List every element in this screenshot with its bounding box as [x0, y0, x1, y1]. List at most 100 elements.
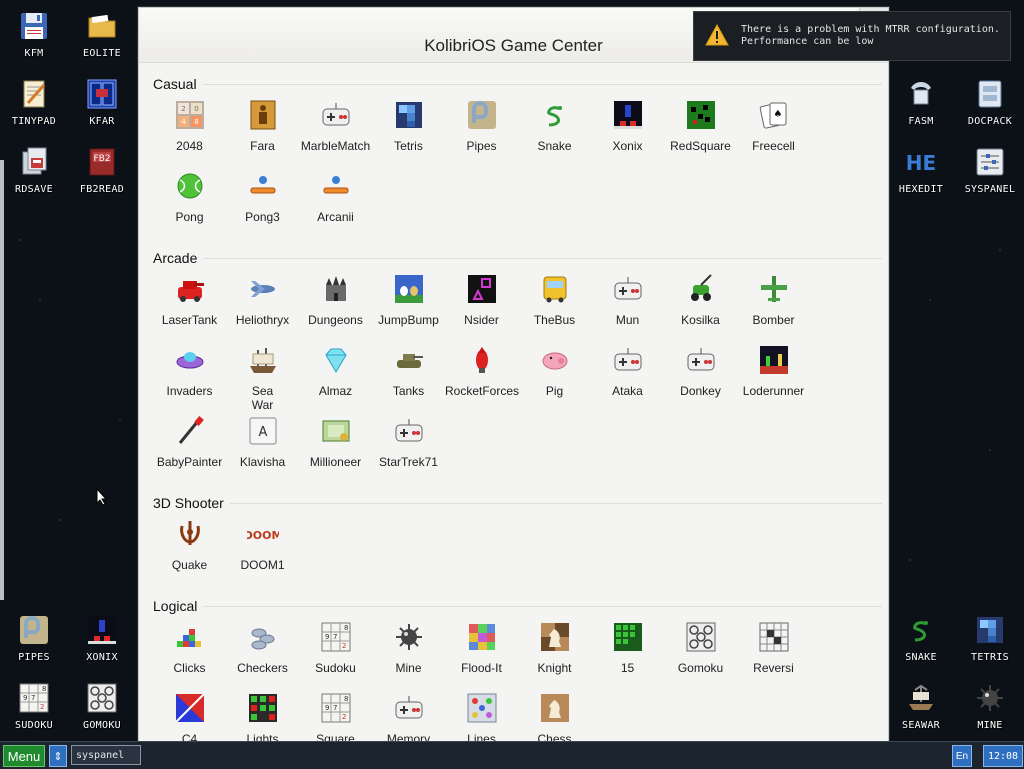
- game-kosilka[interactable]: Kosilka: [664, 269, 737, 340]
- game-center-window: KolibriOS Game Center Casual 2 0 4 8 2048 Fara…: [138, 7, 889, 762]
- taskbar-item-syspanel[interactable]: syspanel: [71, 745, 141, 765]
- desktop-icon-mine[interactable]: MINE: [956, 682, 1024, 732]
- notification-line-2: Performance can be low: [741, 36, 874, 47]
- game-mine[interactable]: Mine: [372, 617, 445, 688]
- clicks-icon: [174, 621, 206, 653]
- section-arcade: Arcade LaserTank Heliothryx Dungeons JumpBum…: [153, 247, 882, 482]
- game-klavisha[interactable]: A Klavisha: [226, 411, 299, 482]
- game-marblematch[interactable]: MarbleMatch: [299, 95, 372, 166]
- desktop-icon-gomoku[interactable]: GOMOKU: [68, 682, 136, 732]
- game-gomoku[interactable]: Gomoku: [664, 617, 737, 688]
- game-ataka[interactable]: Ataka: [591, 340, 664, 411]
- game-heliothryx[interactable]: Heliothryx: [226, 269, 299, 340]
- game-sea-war[interactable]: Sea War: [226, 340, 299, 412]
- desktop-icon-seawar[interactable]: SEAWAR: [887, 682, 955, 732]
- game-xonix[interactable]: Xonix: [591, 95, 664, 166]
- game-almaz[interactable]: Almaz: [299, 340, 372, 411]
- game-label: Klavisha: [239, 455, 286, 469]
- lawnmower-icon: [685, 273, 717, 305]
- gamepad-icon: [612, 344, 644, 376]
- key-a-icon: A: [247, 415, 279, 447]
- game-label: Gomoku: [677, 661, 724, 675]
- desktop-icon-tinypad[interactable]: TINYPAD: [0, 78, 68, 128]
- game-pong3[interactable]: Pong3: [226, 166, 299, 237]
- desktop-icon-fasm[interactable]: FASM: [887, 78, 955, 128]
- section-divider: [229, 502, 882, 504]
- svg-text:8: 8: [194, 118, 198, 126]
- desktop-icon-syspanel[interactable]: SYSPANEL: [956, 146, 1024, 196]
- game-reversi[interactable]: Reversi: [737, 617, 810, 688]
- game-thebus[interactable]: TheBus: [518, 269, 591, 340]
- game-redsquare[interactable]: RedSquare: [664, 95, 737, 166]
- svg-text:8: 8: [42, 685, 46, 693]
- game-label: Checkers: [237, 661, 288, 675]
- desktop-icon-hexedit[interactable]: HE HEXEDIT: [887, 146, 955, 196]
- game-pong[interactable]: Pong: [153, 166, 226, 237]
- game-snake[interactable]: Snake: [518, 95, 591, 166]
- task-switch-arrows-icon[interactable]: ⇕: [49, 745, 67, 767]
- desktop-icon-sudoku[interactable]: 8 9 7 2 SUDOKU: [0, 682, 68, 732]
- desktop-icon-xonix[interactable]: XONIX: [68, 614, 136, 664]
- game-tetris[interactable]: Tetris: [372, 95, 445, 166]
- desktop-icon-kfm[interactable]: KFM: [0, 10, 68, 60]
- desktop-icon-snake[interactable]: SNAKE: [887, 614, 955, 664]
- desktop-icon-kfar[interactable]: KFAR: [68, 78, 136, 128]
- sudoku-icon: 8 972: [320, 621, 352, 653]
- game-grid: Clicks Checkers 8 9 7 2 Sudoku Mine Flood-It Knig…: [153, 617, 882, 759]
- game-knight[interactable]: Knight: [518, 617, 591, 688]
- game-millioneer[interactable]: Millioneer: [299, 411, 372, 482]
- game-dungeons[interactable]: Dungeons: [299, 269, 372, 340]
- game-jumpbump[interactable]: JumpBump: [372, 269, 445, 340]
- language-indicator[interactable]: En: [952, 745, 972, 767]
- desktop-icon-docpack[interactable]: DOCPACK: [956, 78, 1024, 128]
- game-label: Donkey: [680, 384, 721, 398]
- game-nsider[interactable]: Nsider: [445, 269, 518, 340]
- chess-icon: [539, 692, 571, 724]
- game-label: Kosilka: [681, 313, 720, 327]
- castle-icon: [320, 273, 352, 305]
- game-startrek71[interactable]: StarTrek71: [372, 411, 445, 482]
- game-tanks[interactable]: Tanks: [372, 340, 445, 411]
- game-sudoku[interactable]: 8 9 7 2 Sudoku: [299, 617, 372, 688]
- svg-text:7: 7: [333, 704, 337, 712]
- game-arcanii[interactable]: Arcanii: [299, 166, 372, 237]
- nsider-icon: [466, 273, 498, 305]
- game-donkey[interactable]: Donkey: [664, 340, 737, 411]
- clock[interactable]: 12:08: [983, 745, 1023, 767]
- game-label: Reversi: [753, 661, 794, 675]
- game-list: Casual 2 0 4 8 2048 Fara MarbleMatch Tetris Pipes…: [139, 63, 888, 761]
- game-label: Fara: [250, 139, 275, 153]
- game-invaders[interactable]: Invaders: [153, 340, 226, 411]
- desktop-icon-label: EOLITE: [83, 48, 121, 59]
- game-label: Almaz: [318, 384, 353, 398]
- game-bomber[interactable]: Bomber: [737, 269, 810, 340]
- desktop-icon-eolite[interactable]: EOLITE: [68, 10, 136, 60]
- game-doom1[interactable]: DOOM DOOM1: [226, 514, 299, 585]
- game-pig[interactable]: Pig: [518, 340, 591, 411]
- game-15[interactable]: 15: [591, 617, 664, 688]
- game-freecell[interactable]: ♠ Freecell: [737, 95, 810, 166]
- game-2048[interactable]: 2 0 4 8 2048: [153, 95, 226, 166]
- game-checkers[interactable]: Checkers: [226, 617, 299, 688]
- cards-icon: ♠: [758, 99, 790, 131]
- game-quake[interactable]: Quake: [153, 514, 226, 585]
- game-pipes[interactable]: Pipes: [445, 95, 518, 166]
- menu-button[interactable]: Menu: [3, 745, 45, 767]
- game-lasertank[interactable]: LaserTank: [153, 269, 226, 340]
- section-header: Casual: [153, 73, 882, 95]
- game-label: JumpBump: [378, 313, 439, 327]
- game-mun[interactable]: Mun: [591, 269, 664, 340]
- game-rocketforces[interactable]: RocketForces: [445, 340, 519, 411]
- desktop-icon-pipes[interactable]: PIPES: [0, 614, 68, 664]
- section-divider: [203, 257, 882, 259]
- desktop-icon-rdsave[interactable]: RDSAVE: [0, 146, 68, 196]
- mtrr-notification[interactable]: There is a problem with MTRR configurati…: [693, 11, 1011, 61]
- game-label: Tanks: [392, 384, 425, 398]
- game-clicks[interactable]: Clicks: [153, 617, 226, 688]
- game-flood-it[interactable]: Flood-It: [445, 617, 518, 688]
- game-fara[interactable]: Fara: [226, 95, 299, 166]
- game-babypainter[interactable]: BabyPainter: [153, 411, 226, 482]
- game-loderunner[interactable]: Loderunner: [737, 340, 810, 411]
- desktop-icon-fb2read[interactable]: FB2 FB2READ: [68, 146, 136, 196]
- desktop-icon-tetris[interactable]: TETRIS: [956, 614, 1024, 664]
